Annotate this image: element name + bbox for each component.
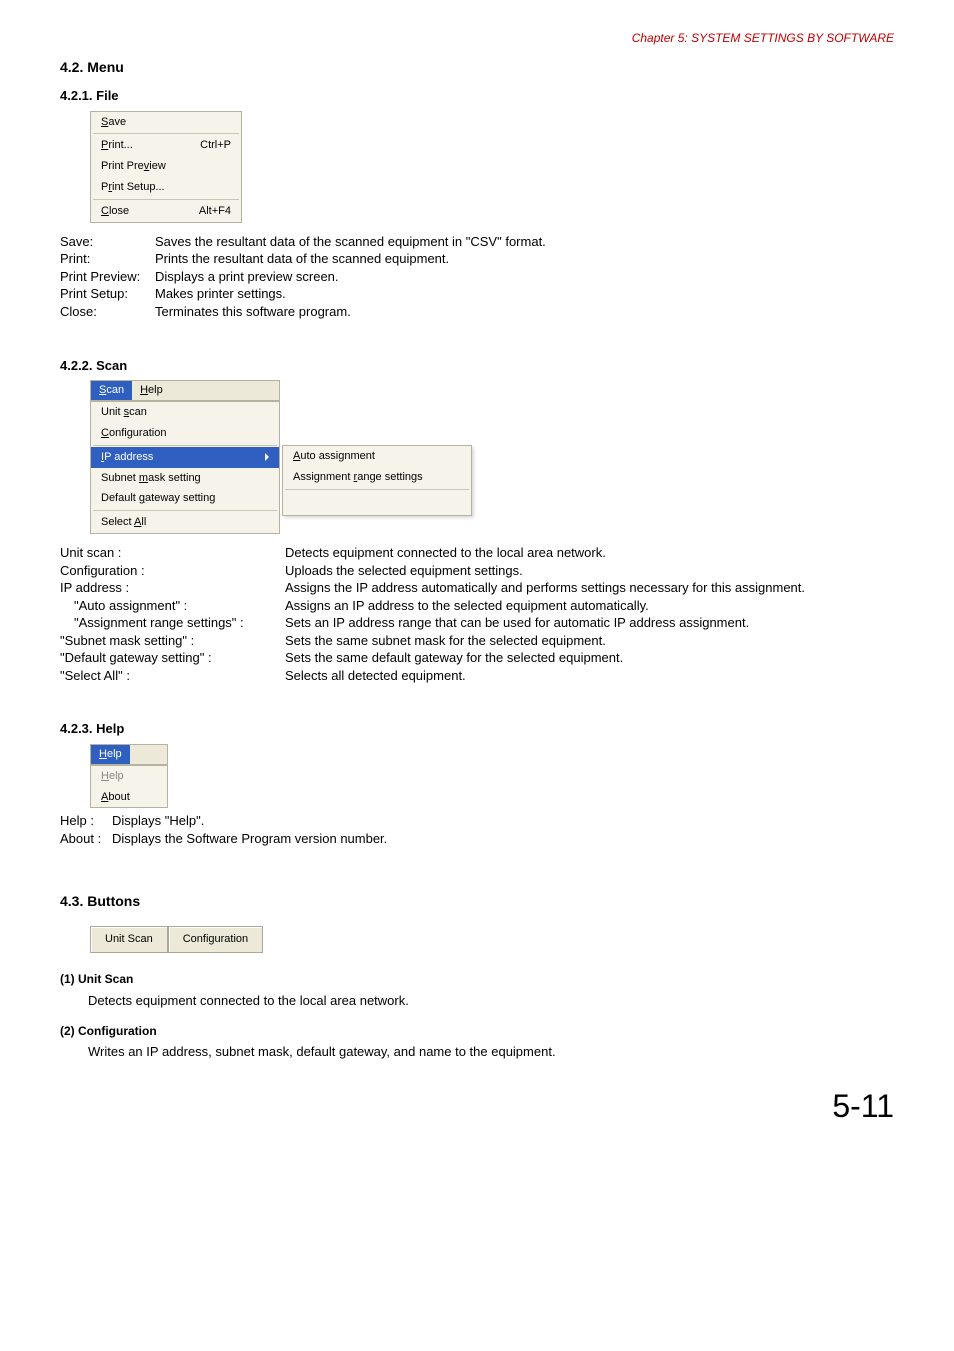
- desc-configuration: Writes an IP address, subnet mask, defau…: [60, 1043, 894, 1061]
- chapter-header: Chapter 5: SYSTEM SETTINGS BY SOFTWARE: [60, 30, 894, 46]
- def-row: Save:Saves the resultant data of the sca…: [60, 233, 894, 251]
- menu-item-subnet-mask: Subnet mask setting: [91, 468, 279, 489]
- menu-tab-help: Help: [91, 745, 130, 764]
- subhead-unit-scan: (1) Unit Scan: [60, 971, 894, 987]
- menu-item-print-preview: Print Preview: [91, 156, 241, 177]
- menu-tab-help: Help: [132, 381, 171, 400]
- heading-help: 4.2.3. Help: [60, 720, 894, 738]
- def-row: Help :Displays "Help".: [60, 812, 894, 830]
- scan-dropdown: Unit scan Configuration IP address Subne…: [90, 401, 280, 534]
- menu-item-unit-scan: Unit scan: [91, 402, 279, 423]
- menu-item-select-all: Select All: [91, 512, 279, 533]
- shortcut-label: Ctrl+P: [200, 138, 231, 153]
- heading-scan: 4.2.2. Scan: [60, 357, 894, 375]
- ip-address-submenu: Auto assignment Assignment range setting…: [282, 445, 472, 516]
- def-row: About :Displays the Software Program ver…: [60, 830, 894, 848]
- menu-bar: Scan Help: [90, 380, 280, 401]
- menu-item-close: Close Alt+F4: [91, 201, 241, 222]
- help-dropdown: Help About: [90, 765, 168, 809]
- menu-item-configuration: Configuration: [91, 423, 279, 444]
- def-row: "Select All" :Selects all detected equip…: [60, 667, 894, 685]
- configuration-button: Configuration: [168, 926, 263, 953]
- menu-item-save: Save: [91, 112, 241, 133]
- menu-item-auto-assignment: Auto assignment: [283, 446, 471, 467]
- menu-item-range-settings: Assignment range settings: [283, 467, 471, 488]
- page-number: 5-11: [60, 1085, 894, 1128]
- menu-item-ip-address: IP address: [91, 447, 279, 468]
- def-row: IP address :Assigns the IP address autom…: [60, 579, 894, 597]
- file-menu-screenshot: Save Print... Ctrl+P Print Preview Print…: [90, 111, 242, 223]
- def-row: "Subnet mask setting" :Sets the same sub…: [60, 632, 894, 650]
- submenu-arrow-icon: [265, 453, 269, 461]
- def-row: "Auto assignment" :Assigns an IP address…: [60, 597, 894, 615]
- heading-file: 4.2.1. File: [60, 87, 894, 105]
- subhead-configuration: (2) Configuration: [60, 1023, 894, 1039]
- def-row: Unit scan :Detects equipment connected t…: [60, 544, 894, 562]
- menu-tab-scan: Scan: [91, 381, 132, 400]
- def-row: Print:Prints the resultant data of the s…: [60, 250, 894, 268]
- heading-menu: 4.2. Menu: [60, 58, 894, 77]
- def-row: "Default gateway setting" :Sets the same…: [60, 649, 894, 667]
- def-row: Print Setup:Makes printer settings.: [60, 285, 894, 303]
- shortcut-label: Alt+F4: [199, 204, 231, 219]
- desc-unit-scan: Detects equipment connected to the local…: [60, 992, 894, 1010]
- scan-menu-screenshot: Scan Help Unit scan Configuration IP add…: [90, 380, 894, 534]
- menu-item-print-setup: Print Setup...: [91, 177, 241, 198]
- def-row: Configuration :Uploads the selected equi…: [60, 562, 894, 580]
- unit-scan-button: Unit Scan: [90, 926, 168, 953]
- def-row: Close:Terminates this software program.: [60, 303, 894, 321]
- menu-item-print: Print... Ctrl+P: [91, 135, 241, 156]
- def-row: "Assignment range settings" :Sets an IP …: [60, 614, 894, 632]
- menu-item-about: About: [91, 787, 167, 808]
- menu-item-help: Help: [91, 766, 167, 787]
- heading-buttons: 4.3. Buttons: [60, 892, 894, 911]
- help-menu-screenshot: Help Help About: [90, 744, 894, 809]
- menu-item-default-gateway: Default gateway setting: [91, 488, 279, 509]
- def-row: Print Preview:Displays a print preview s…: [60, 268, 894, 286]
- toolbar-screenshot: Unit Scan Configuration: [90, 926, 263, 953]
